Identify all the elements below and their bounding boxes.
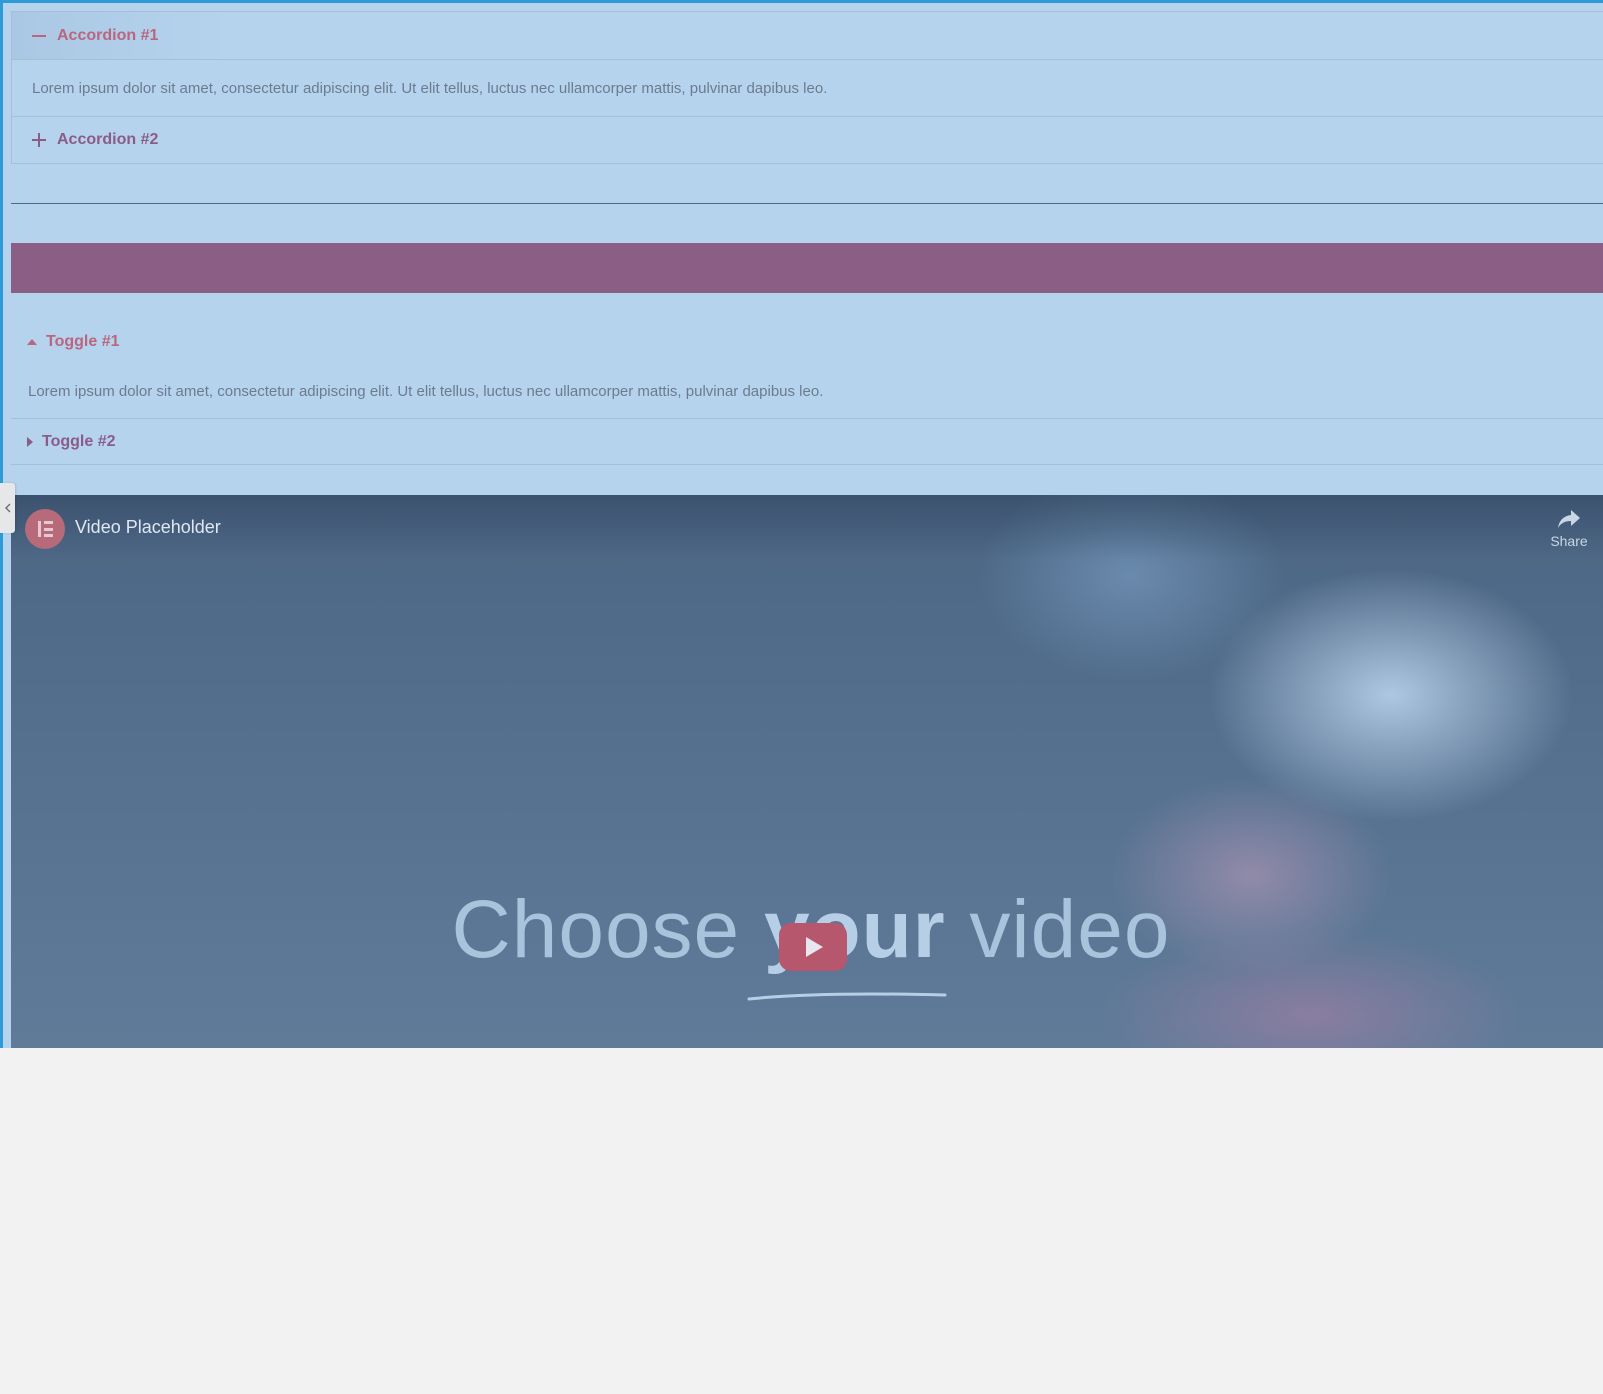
accordion-widget: Accordion #1 Lorem ipsum dolor sit amet,…: [11, 11, 1603, 164]
video-top-gradient: [11, 495, 1603, 559]
caret-up-icon: [27, 339, 37, 345]
accordion-item-1-content: Lorem ipsum dolor sit amet, consectetur …: [12, 59, 1603, 116]
thumbnail-underline-stroke: [747, 992, 947, 1001]
accordion-content-text: Lorem ipsum dolor sit amet, consectetur …: [32, 79, 828, 97]
accordion-item-2-label: Accordion #2: [57, 131, 159, 148]
selected-section[interactable]: Accordion #1 Lorem ipsum dolor sit amet,…: [0, 0, 1603, 1048]
toggle-widget: Toggle #1 Lorem ipsum dolor sit amet, co…: [11, 319, 1603, 465]
caret-right-icon: [27, 436, 33, 447]
divider-line: [11, 203, 1603, 204]
minus-icon: [32, 29, 46, 43]
toggle-item-1-label: Toggle #1: [46, 333, 120, 350]
share-button[interactable]: Share: [1547, 509, 1591, 549]
toggle-item-1-title[interactable]: Toggle #1: [11, 319, 1603, 365]
editor-canvas: Accordion #1 Lorem ipsum dolor sit amet,…: [0, 0, 1603, 1394]
video-player[interactable]: Video Placeholder Share Choose your vide…: [11, 495, 1603, 1048]
share-arrow-icon: [1558, 510, 1580, 528]
toggle-content-text: Lorem ipsum dolor sit amet, consectetur …: [28, 383, 824, 400]
video-title[interactable]: Video Placeholder: [75, 517, 221, 538]
share-label: Share: [1550, 533, 1588, 549]
thumbnail-text-after: video: [945, 884, 1171, 975]
accordion-item-2-title[interactable]: Accordion #2: [12, 116, 1603, 163]
panel-collapse-handle[interactable]: [0, 483, 15, 533]
toggle-item-2-title[interactable]: Toggle #2: [11, 419, 1603, 465]
play-icon[interactable]: [779, 923, 847, 971]
elementor-logo-icon[interactable]: [25, 509, 65, 549]
toggle-item-2-label: Toggle #2: [42, 432, 116, 450]
thumbnail-text-before: Choose: [451, 884, 764, 975]
chevron-left-icon: [4, 503, 10, 513]
toggle-item-1-content: Lorem ipsum dolor sit amet, consectetur …: [11, 365, 1603, 419]
accordion-item-1-title[interactable]: Accordion #1: [12, 12, 1603, 59]
plus-icon: [32, 133, 46, 147]
accordion-item-1-label: Accordion #1: [57, 26, 159, 44]
purple-color-bar[interactable]: [11, 243, 1603, 293]
